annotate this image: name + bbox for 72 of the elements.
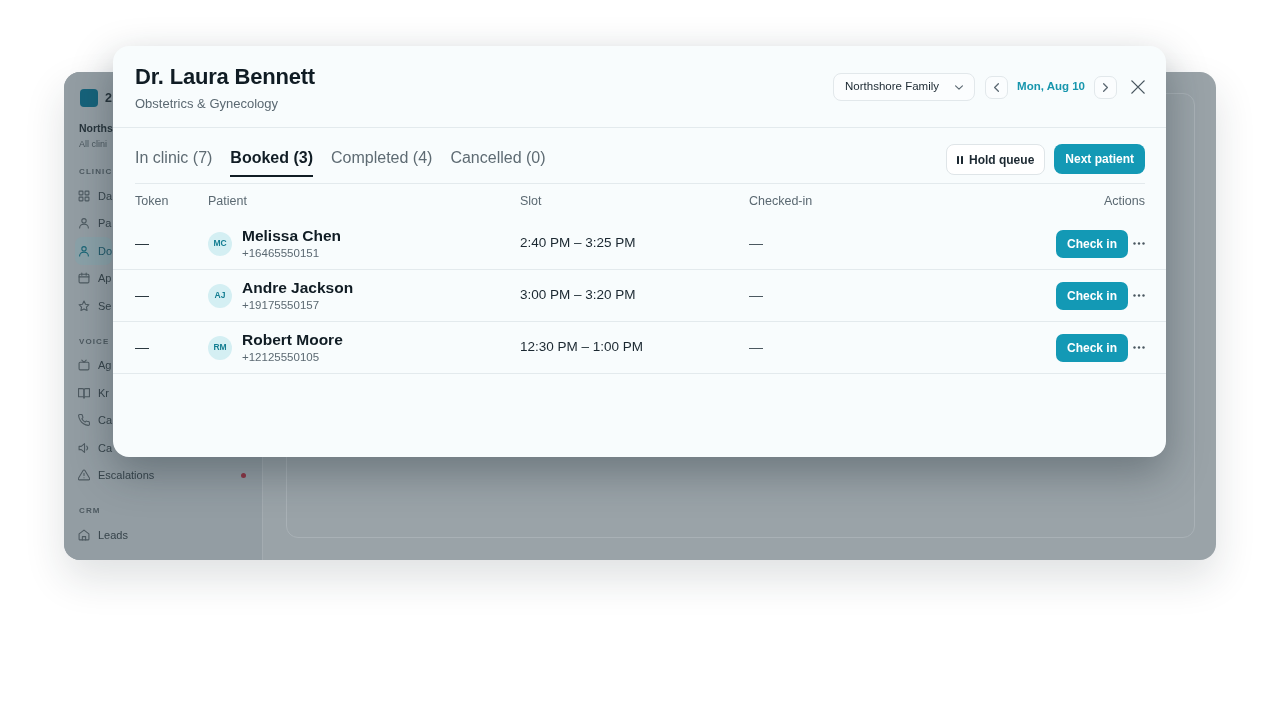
token-cell-text: — <box>135 234 149 253</box>
section-label: CRM <box>78 505 101 517</box>
close-icon[interactable] <box>1131 80 1145 94</box>
person-icon <box>78 244 90 257</box>
more-icon[interactable] <box>1133 346 1145 349</box>
patient-avatar: AJ <box>208 283 232 308</box>
sidebar-item[interactable]: Da <box>75 182 113 210</box>
sidebar-item[interactable]: Ca <box>75 406 113 434</box>
grid-icon <box>78 189 90 202</box>
tab[interactable]: In clinic (7) <box>135 147 213 177</box>
workspace-name[interactable]: Norths <box>75 121 113 135</box>
person-icon <box>78 217 90 230</box>
calendar-icon <box>78 272 90 285</box>
speaker-icon <box>78 441 90 454</box>
more-icon[interactable] <box>1133 242 1145 245</box>
sidebar-item[interactable]: Kr <box>75 379 109 407</box>
star-icon <box>78 299 90 312</box>
tab[interactable]: Completed (4) <box>331 147 433 177</box>
slot-time: 3:00 PM – 3:20 PM <box>520 286 636 305</box>
patient-name: Melissa Chen <box>242 226 342 245</box>
section-label: CLINIC <box>78 166 113 178</box>
sidebar-item[interactable]: Se <box>75 292 112 320</box>
logo-text: 2 <box>105 90 112 107</box>
patient-avatar: RM <box>208 335 232 360</box>
chevron-down-icon <box>955 84 964 90</box>
patient-phone: +16465550151 <box>242 246 320 261</box>
checked-in-cell-text: — <box>749 286 763 305</box>
column-header: Slot <box>520 192 542 210</box>
next-patient-button[interactable]: Next patient <box>1054 144 1145 174</box>
token-cell-text: — <box>135 338 149 357</box>
slot-time: 12:30 PM – 1:00 PM <box>520 338 644 357</box>
patient-phone: +12125550105 <box>242 350 320 365</box>
pause-icon <box>956 155 963 164</box>
sidebar-item[interactable]: Leads <box>75 521 128 549</box>
location-dropdown[interactable]: Northshore Family <box>833 73 976 101</box>
sidebar-item[interactable]: Escalations <box>75 461 155 489</box>
column-header: Patient <box>208 192 247 210</box>
phone-icon <box>78 414 90 427</box>
tab[interactable]: Cancelled (0) <box>450 147 546 177</box>
sidebar-item[interactable]: Ca <box>75 434 113 462</box>
check-in-button[interactable]: Check in <box>1056 281 1128 310</box>
sidebar-item[interactable]: Ap <box>75 264 112 292</box>
column-header: Checked-in <box>749 192 813 210</box>
checked-in-cell-text: — <box>749 338 763 357</box>
column-header: Actions <box>1104 192 1145 210</box>
chevron-left-icon <box>994 82 1000 92</box>
house-icon <box>78 528 90 541</box>
patient-avatar: MC <box>208 231 232 256</box>
column-header: Token <box>135 192 169 210</box>
book-icon <box>78 386 90 399</box>
doctor-name: Dr. Laura Bennett <box>135 63 315 91</box>
slot-time: 2:40 PM – 3:25 PM <box>520 234 636 253</box>
sidebar-item[interactable]: Ag <box>75 351 112 379</box>
tv-icon <box>78 359 90 372</box>
checked-in-cell-text: — <box>749 234 763 253</box>
sidebar-item[interactable]: Do <box>75 237 113 265</box>
patient-name: Robert Moore <box>242 330 343 349</box>
logo-icon <box>80 89 98 107</box>
more-icon[interactable] <box>1133 294 1145 297</box>
warning-icon <box>78 469 90 482</box>
sidebar-item[interactable]: Pa <box>75 209 112 237</box>
chevron-right-icon <box>1103 82 1108 92</box>
tab[interactable]: Booked (3) <box>230 147 314 177</box>
check-in-button[interactable]: Check in <box>1056 333 1128 362</box>
check-in-button[interactable]: Check in <box>1056 229 1128 258</box>
doctor-specialty: Obstetrics & Gynecology <box>135 95 279 113</box>
date-label: Mon, Aug 10 <box>1017 79 1085 95</box>
hold-queue-button[interactable]: Hold queue <box>945 144 1046 175</box>
patient-name: Andre Jackson <box>242 278 354 297</box>
section-label: VOICE <box>78 335 110 348</box>
token-cell-text: — <box>135 286 149 305</box>
patient-phone: +19175550157 <box>242 298 320 313</box>
